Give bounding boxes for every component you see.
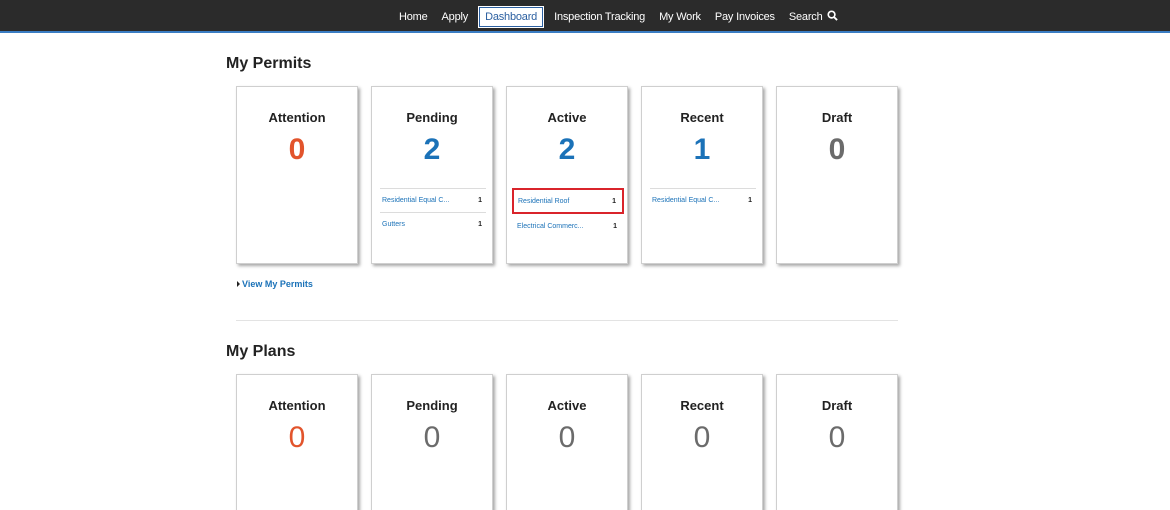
list-item-label: Gutters <box>382 221 405 228</box>
nav-inspection-tracking-link[interactable]: Inspection Tracking <box>547 7 652 27</box>
card-count: 0 <box>828 421 846 454</box>
nav-my-work-link[interactable]: My Work <box>652 7 708 27</box>
permit-card-attention[interactable]: Attention 0 <box>236 86 358 264</box>
card-list: Residential Equal C... 1 Gutters 1 <box>380 188 486 236</box>
card-count: 0 <box>693 421 711 454</box>
nav-apply-link[interactable]: Apply <box>435 7 476 27</box>
card-title: Recent <box>680 110 724 125</box>
card-count: 0 <box>288 133 306 166</box>
card-title: Attention <box>268 110 326 125</box>
card-count: 2 <box>558 133 576 166</box>
nav-pay-invoices-link[interactable]: Pay Invoices <box>708 7 782 27</box>
card-title: Pending <box>406 398 458 413</box>
section-divider <box>236 320 898 321</box>
list-item-label: Residential Roof <box>518 197 570 205</box>
card-count: 0 <box>288 421 306 454</box>
card-list: Residential Equal C... 1 <box>650 188 756 212</box>
list-item-label: Residential Equal C... <box>652 197 720 204</box>
card-title: Draft <box>821 398 853 413</box>
permit-card-pending[interactable]: Pending 2 Residential Equal C... 1 Gutte… <box>371 86 493 264</box>
list-item[interactable]: Electrical Commerc... 1 <box>515 214 621 238</box>
nav-search-link[interactable]: Search <box>782 7 846 27</box>
plan-card-attention[interactable]: Attention 0 <box>236 374 358 510</box>
card-title: Active <box>547 398 587 413</box>
list-item-count: 1 <box>478 197 482 204</box>
list-item[interactable]: Gutters 1 <box>380 212 486 236</box>
nav-dashboard-link[interactable]: Dashboard <box>479 7 544 27</box>
view-my-permits-label: View My Permits <box>242 279 313 289</box>
card-title: Draft <box>821 110 853 125</box>
list-item-count: 1 <box>613 222 617 230</box>
list-item-count: 1 <box>612 197 616 205</box>
card-title: Attention <box>268 398 326 413</box>
card-title: Active <box>547 110 587 125</box>
list-item[interactable]: Residential Equal C... 1 <box>380 188 486 212</box>
list-item-highlighted[interactable]: Residential Roof 1 <box>512 188 624 214</box>
list-item-label: Residential Equal C... <box>382 197 450 204</box>
plan-card-active[interactable]: Active 0 <box>506 374 628 510</box>
list-item[interactable]: Residential Equal C... 1 <box>650 188 756 212</box>
search-icon <box>827 10 839 21</box>
card-count: 0 <box>558 421 576 454</box>
list-item-label: Electrical Commerc... <box>517 222 584 230</box>
my-plans-title: My Plans <box>226 343 296 360</box>
card-title: Pending <box>406 110 458 125</box>
card-count: 0 <box>423 421 441 454</box>
card-count: 1 <box>693 133 711 166</box>
card-count: 0 <box>828 133 846 166</box>
permit-card-draft[interactable]: Draft 0 <box>776 86 898 264</box>
plan-card-draft[interactable]: Draft 0 <box>776 374 898 510</box>
list-item-count: 1 <box>748 197 752 204</box>
card-title: Recent <box>680 398 724 413</box>
plan-card-pending[interactable]: Pending 0 <box>371 374 493 510</box>
list-item-count: 1 <box>478 221 482 228</box>
top-navigation-bar: Home Apply Dashboard Inspection Tracking… <box>0 0 1170 33</box>
card-list: Residential Roof 1 Electrical Commerc...… <box>512 188 624 238</box>
view-my-permits-link[interactable]: View My Permits <box>237 279 313 289</box>
permit-card-active[interactable]: Active 2 Residential Roof 1 Electrical C… <box>506 86 628 264</box>
plan-card-recent[interactable]: Recent 0 <box>641 374 763 510</box>
nav-links: Home Apply Dashboard Inspection Tracking… <box>392 7 845 27</box>
my-permits-title: My Permits <box>226 55 312 72</box>
permit-card-recent[interactable]: Recent 1 Residential Equal C... 1 <box>641 86 763 264</box>
card-count: 2 <box>423 133 441 166</box>
nav-search-label: Search <box>788 11 823 23</box>
nav-home-link[interactable]: Home <box>392 7 435 27</box>
caret-right-icon <box>237 281 240 287</box>
